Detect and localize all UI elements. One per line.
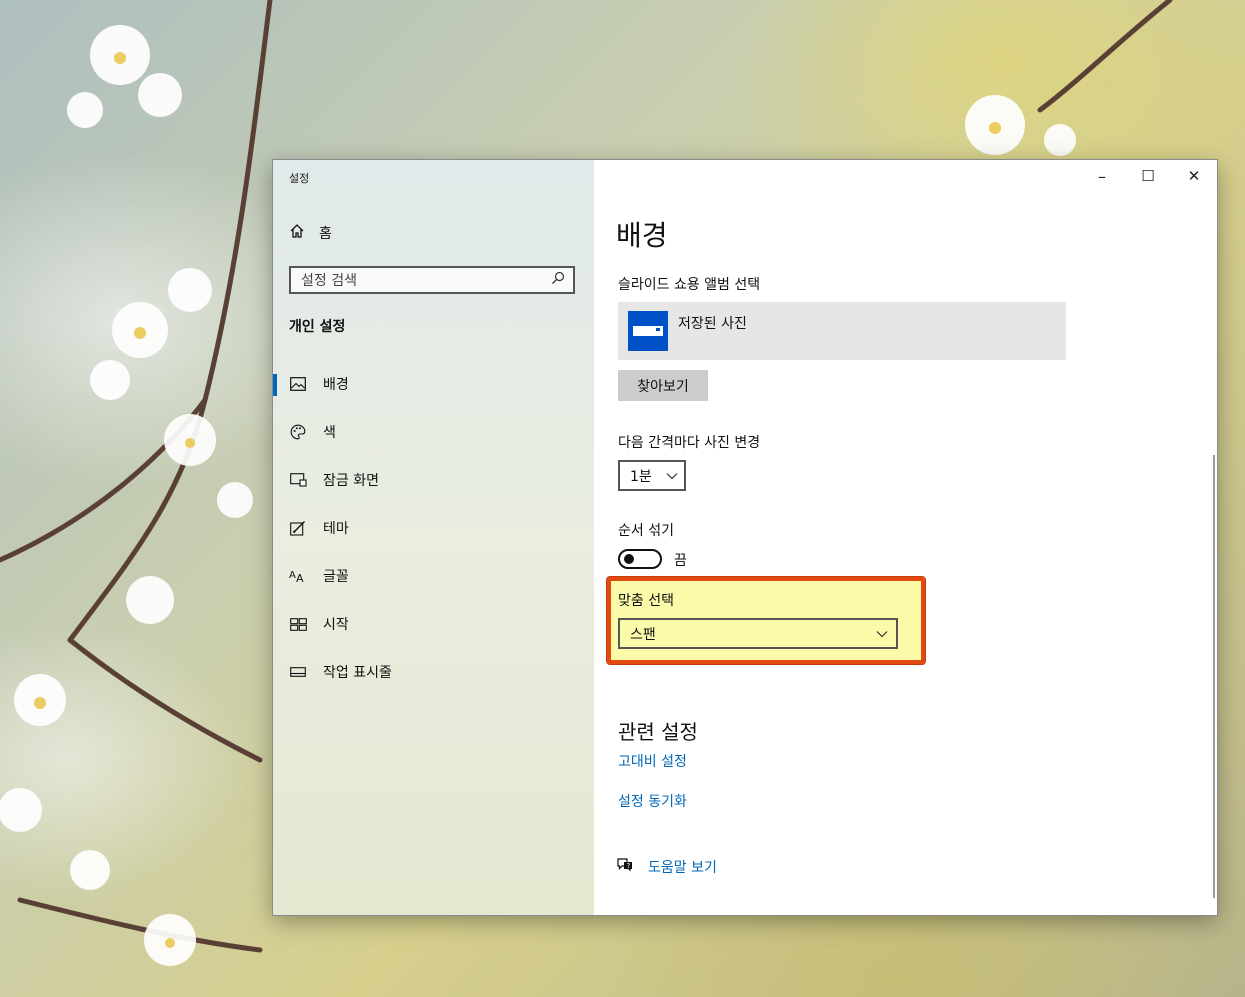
taskbar-icon [289,663,307,681]
font-icon: AA [289,567,307,585]
sidebar-item-label: 잠금 화면 [323,473,379,489]
main-content: – ☐ ✕ 배경 슬라이드 쇼용 앨범 선택 저장된 사진 찾아보기 다음 간격… [594,160,1217,915]
shuffle-label: 순서 섞기 [618,523,674,539]
sidebar: 설정 홈 설정 검색 개인 설정 배경 색 잠금 화면 테마 A A 글꼴 시작… [273,160,594,915]
sidebar-item-start[interactable]: 시작 [273,602,594,646]
settings-search-input[interactable]: 설정 검색 [289,266,575,294]
fit-value: 스팬 [630,626,656,643]
album-name: 저장된 사진 [678,316,747,332]
settings-window: 설정 홈 설정 검색 개인 설정 배경 색 잠금 화면 테마 A A 글꼴 시작… [273,160,1217,915]
start-icon [289,615,307,633]
related-settings-title: 관련 설정 [618,720,698,744]
sidebar-item-background[interactable]: 배경 [273,362,594,406]
sidebar-item-label: 테마 [323,521,349,537]
interval-value: 1분 [630,468,652,485]
shuffle-toggle[interactable] [618,549,662,569]
theme-icon [289,519,307,537]
svg-text:?: ? [627,862,631,870]
album-tile[interactable]: 저장된 사진 [618,302,1066,360]
image-icon [289,375,307,393]
help-label: 도움말 보기 [648,860,717,876]
browse-button[interactable]: 찾아보기 [618,370,708,401]
sync-settings-link[interactable]: 설정 동기화 [618,791,687,811]
sidebar-item-label: 작업 표시줄 [323,665,392,681]
minimize-button[interactable]: – [1079,160,1125,192]
sidebar-item-label: 글꼴 [323,569,349,585]
maximize-button[interactable]: ☐ [1125,160,1171,192]
home-icon [289,223,305,243]
search-placeholder: 설정 검색 [301,273,357,289]
shuffle-state: 끔 [674,553,687,569]
sidebar-item-lock-screen[interactable]: 잠금 화면 [273,458,594,502]
chevron-down-icon [876,626,888,642]
window-title: 설정 [289,172,310,185]
get-help-link[interactable]: ? 도움말 보기 [616,857,717,877]
fit-dropdown[interactable]: 스팬 [618,618,898,649]
svg-text:A: A [296,572,304,583]
home-nav-item[interactable]: 홈 [289,222,332,244]
sidebar-item-label: 색 [323,425,336,441]
chevron-down-icon [666,468,678,484]
section-title: 개인 설정 [289,319,346,335]
sidebar-item-theme[interactable]: 테마 [273,506,594,550]
page-title: 배경 [616,219,668,252]
album-label: 슬라이드 쇼용 앨범 선택 [618,277,761,293]
palette-icon [289,423,307,441]
toggle-knob [624,554,634,564]
sidebar-item-label: 시작 [323,617,349,633]
fit-label: 맞춤 선택 [618,593,674,609]
search-icon [551,271,565,289]
interval-label: 다음 간격마다 사진 변경 [618,435,761,451]
scrollbar[interactable] [1213,455,1215,898]
sidebar-item-fonts[interactable]: AA 글꼴 [273,554,594,598]
home-label: 홈 [319,226,332,242]
sidebar-item-label: 배경 [323,377,349,393]
lock-screen-icon [289,471,307,489]
help-chat-icon: ? [616,857,634,877]
interval-dropdown[interactable]: 1분 [618,460,686,491]
sidebar-item-color[interactable]: 색 [273,410,594,454]
folder-icon [628,311,668,351]
high-contrast-link[interactable]: 고대비 설정 [618,751,687,771]
sidebar-item-taskbar[interactable]: 작업 표시줄 [273,650,594,694]
svg-text:A: A [289,570,296,581]
close-button[interactable]: ✕ [1171,160,1217,192]
